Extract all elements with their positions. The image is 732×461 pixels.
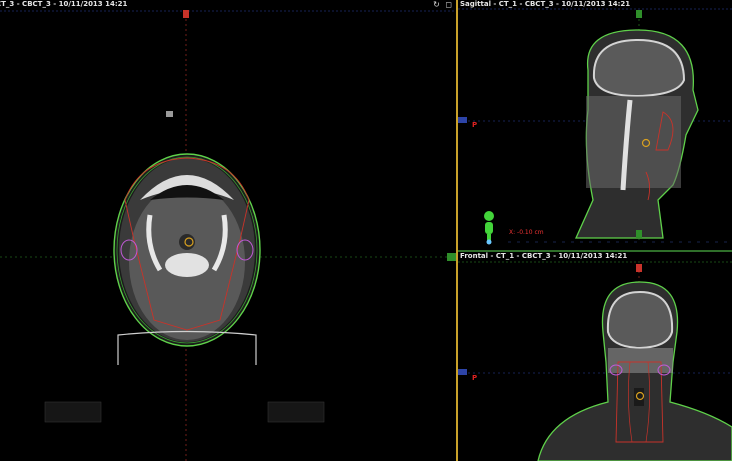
sagittal-viewport[interactable]: Sagittal - CT_1 - CBCT_3 - 10/11/2013 14… [458,0,732,250]
patient-orientation-icon[interactable] [484,211,494,245]
frontal-image[interactable] [458,252,732,461]
frontal-top-handle[interactable] [636,264,642,272]
axial-couch-block-left [44,401,102,423]
frontal-viewport[interactable]: Frontal - CT_1 - CBCT_3 - 10/11/2013 14:… [458,252,732,461]
axial-viewport[interactable]: CT_3 - CBCT_3 - 10/11/2013 14:21 ↻ ◻ [0,0,456,461]
axial-vertebra [165,253,209,277]
sagittal-left-handle[interactable] [458,117,467,123]
sagittal-bottom-handle[interactable] [636,230,642,238]
sagittal-cbct-overlay [586,96,681,188]
frontal-airway [634,388,644,406]
sagittal-skull [592,38,686,98]
frontal-view-title: Frontal - CT_1 - CBCT_3 - 10/11/2013 14:… [460,252,628,260]
frontal-posterior-label: P [472,374,478,382]
sagittal-view-title: Sagittal - CT_1 - CBCT_3 - 10/11/2013 14… [460,0,631,8]
sagittal-top-handle[interactable] [636,10,642,18]
axial-right-handle[interactable] [447,253,456,261]
axial-top-handle[interactable] [183,10,189,18]
frontal-skull [606,290,674,350]
axial-couch-block-right [267,401,325,423]
sagittal-posterior-label: P [472,121,478,129]
frontal-left-handle[interactable] [458,369,467,375]
sagittal-coordinate-readout: X: -0.10 cm [509,229,544,236]
sagittal-image[interactable] [458,0,732,250]
axial-marker-artifact [166,111,173,117]
axial-image[interactable] [0,0,456,461]
